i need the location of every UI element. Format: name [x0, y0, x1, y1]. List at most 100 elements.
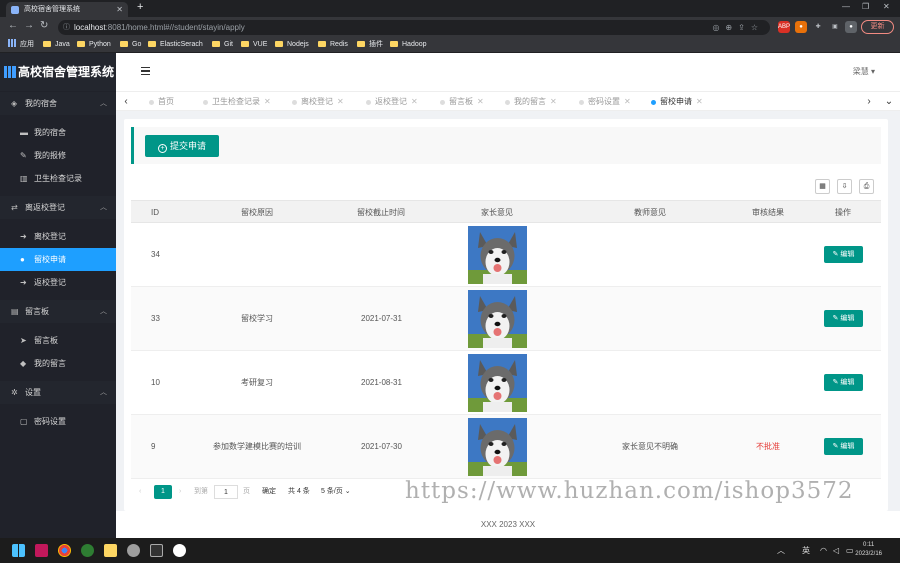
- new-tab-icon[interactable]: +: [137, 1, 143, 13]
- parent-opinion-image[interactable]: [468, 290, 527, 348]
- puzzle-icon[interactable]: ✚: [812, 21, 824, 33]
- close-icon[interactable]: ✕: [411, 97, 418, 106]
- tag-hygiene[interactable]: 卫生检查记录 ✕: [203, 94, 279, 110]
- typora-icon[interactable]: [150, 544, 163, 557]
- sidebar-item-my-dorm[interactable]: ▬ 我的宿舍: [0, 121, 116, 144]
- tags-scroll-right-icon[interactable]: ›: [862, 92, 876, 112]
- export-icon[interactable]: ⇩: [837, 179, 852, 194]
- menu-group-board[interactable]: ▤ 留言板 ︿: [0, 300, 116, 323]
- parent-opinion-image[interactable]: [468, 354, 527, 412]
- system-clock[interactable]: 0:11 2023/2/16: [855, 541, 882, 559]
- menu-toggle-icon[interactable]: [141, 67, 150, 75]
- goto-confirm-button[interactable]: 确定: [262, 485, 276, 499]
- sidebar-item-password[interactable]: ▢ 密码设置: [0, 410, 116, 433]
- wifi-icon[interactable]: ◠: [820, 538, 827, 563]
- tags-dropdown-icon[interactable]: ⌄: [882, 92, 896, 112]
- info-icon[interactable]: ⓘ: [63, 20, 70, 35]
- tray-expand-icon[interactable]: ︿: [777, 538, 785, 563]
- minimize-icon[interactable]: —: [842, 2, 850, 11]
- bookmark-nodejs[interactable]: Nodejs: [275, 39, 309, 51]
- parent-opinion-image[interactable]: [468, 418, 527, 476]
- volume-icon[interactable]: ◁: [833, 538, 839, 563]
- menu-group-leave-return[interactable]: ⇄ 离返校登记 ︿: [0, 196, 116, 219]
- edit-button[interactable]: ✎ 编辑: [824, 374, 863, 391]
- bookmark-elastic[interactable]: ElasticSerach: [148, 39, 203, 51]
- tag-return[interactable]: 返校登记 ✕: [366, 94, 426, 110]
- tag-leave[interactable]: 离校登记 ✕: [292, 94, 352, 110]
- bookmark-plugins[interactable]: 插件: [357, 39, 383, 51]
- chrome-icon[interactable]: [58, 544, 71, 557]
- input-language[interactable]: 英: [802, 538, 810, 563]
- tag-stay-apply[interactable]: 留校申请 ✕: [651, 94, 711, 110]
- close-icon[interactable]: ✕: [264, 97, 271, 106]
- page-size-select[interactable]: 5 条/页 ⌄: [321, 485, 351, 499]
- tag-password[interactable]: 密码设置 ✕: [579, 94, 639, 110]
- app-icon[interactable]: [81, 544, 94, 557]
- media-player-icon[interactable]: [173, 544, 186, 557]
- folder-icon: [318, 41, 326, 47]
- menu-group-my-dorm[interactable]: ◈ 我的宿舍 ︿: [0, 92, 116, 115]
- goto-page-input[interactable]: 1: [214, 485, 238, 499]
- next-page-icon[interactable]: ›: [179, 485, 181, 499]
- bookmark-git[interactable]: Git: [212, 39, 233, 51]
- file-explorer-icon[interactable]: [104, 544, 117, 557]
- battery-icon[interactable]: ▭: [846, 538, 854, 563]
- reload-icon[interactable]: ↻: [40, 20, 48, 31]
- sidepanel-icon[interactable]: ▣: [829, 21, 841, 33]
- bookmark-go[interactable]: Go: [120, 39, 141, 51]
- close-icon[interactable]: ✕: [477, 97, 484, 106]
- close-icon[interactable]: ✕: [696, 97, 703, 106]
- user-menu[interactable]: 梁慧 ▾: [853, 53, 875, 91]
- windows-start-icon[interactable]: [12, 544, 25, 557]
- print-icon[interactable]: ⎙: [859, 179, 874, 194]
- bed-icon: ▬: [20, 128, 28, 137]
- bookmark-vue[interactable]: VUE: [241, 39, 267, 51]
- tag-board[interactable]: 留言板 ✕: [440, 94, 492, 110]
- submit-apply-button[interactable]: + 提交申请: [145, 135, 219, 157]
- tag-home[interactable]: 首页: [149, 94, 182, 110]
- back-icon[interactable]: ←: [8, 20, 18, 31]
- bookmark-python[interactable]: Python: [77, 39, 111, 51]
- browser-tab[interactable]: 高校宿舍管理系统 ✕: [6, 2, 128, 17]
- sidebar-item-return[interactable]: ➜ 返校登记: [0, 271, 116, 294]
- omnibox-action-icons[interactable]: ◎⊕⇪☆: [712, 20, 764, 35]
- url-bar[interactable]: ⓘ localhost:8081/home.html#//student/sta…: [58, 20, 770, 35]
- maximize-icon[interactable]: ❐: [862, 2, 869, 11]
- page-current[interactable]: 1: [154, 485, 172, 499]
- sidebar-item-my-messages[interactable]: ◆ 我的留言: [0, 352, 116, 375]
- close-tab-icon[interactable]: ✕: [116, 2, 123, 17]
- bookmark-hadoop[interactable]: Hadoop: [390, 39, 427, 51]
- sidebar-item-stay-apply[interactable]: ● 留校申请: [0, 248, 116, 271]
- tags-scroll-left-icon[interactable]: ‹: [119, 92, 133, 112]
- sidebar-item-repair[interactable]: ✎ 我的报修: [0, 144, 116, 167]
- close-icon[interactable]: ✕: [337, 97, 344, 106]
- adblock-extension-icon[interactable]: ABP: [778, 21, 790, 33]
- profile-avatar[interactable]: ●: [845, 21, 857, 33]
- close-window-icon[interactable]: ✕: [883, 2, 890, 11]
- parent-opinion-image[interactable]: [468, 226, 527, 284]
- edit-button[interactable]: ✎ 编辑: [824, 438, 863, 455]
- sidebar-item-hygiene[interactable]: ▥ 卫生检查记录: [0, 167, 116, 190]
- sidebar-item-board[interactable]: ➤ 留言板: [0, 329, 116, 352]
- cell-id: 33: [151, 314, 160, 323]
- bookmark-redis[interactable]: Redis: [318, 39, 348, 51]
- tag-my-messages[interactable]: 我的留言 ✕: [505, 94, 565, 110]
- prev-page-icon[interactable]: ‹: [139, 485, 141, 499]
- forward-icon[interactable]: →: [24, 20, 34, 31]
- cell-id: 9: [151, 442, 156, 451]
- menu-group-settings[interactable]: ✲ 设置 ︿: [0, 381, 116, 404]
- update-button[interactable]: 更新: [861, 20, 894, 34]
- board-icon: ▤: [11, 307, 19, 316]
- extension-icon[interactable]: ●: [795, 21, 807, 33]
- app-icon[interactable]: [127, 544, 140, 557]
- bookmark-java[interactable]: Java: [43, 39, 70, 51]
- sidebar-item-leave[interactable]: ➜ 离校登记: [0, 225, 116, 248]
- bookmark-apps[interactable]: 应用: [8, 39, 34, 51]
- close-icon[interactable]: ✕: [624, 97, 631, 106]
- edit-button[interactable]: ✎ 编辑: [824, 246, 863, 263]
- intellij-icon[interactable]: [35, 544, 48, 557]
- edit-button[interactable]: ✎ 编辑: [824, 310, 863, 327]
- columns-filter-icon[interactable]: ▦: [815, 179, 830, 194]
- tag-bar: ‹ 首页 卫生检查记录 ✕ 离校登记 ✕ 返校登记 ✕ 留言板 ✕ 我的留言 ✕ 密码设置…: [116, 91, 900, 111]
- close-icon[interactable]: ✕: [550, 97, 557, 106]
